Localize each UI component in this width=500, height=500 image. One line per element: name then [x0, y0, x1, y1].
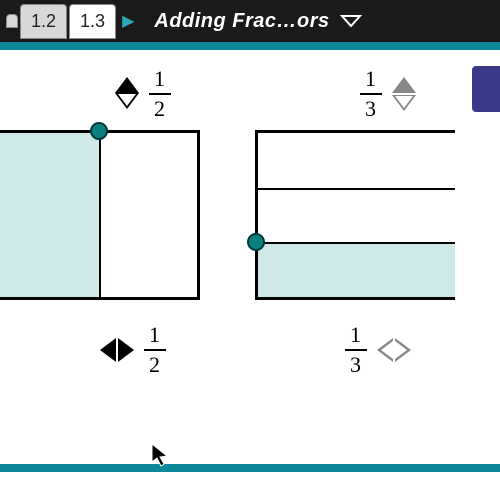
down-arrow-icon[interactable]	[115, 95, 139, 111]
right-numerator-spinner-h[interactable]	[377, 338, 411, 362]
left-bottom-fraction: 1 2	[144, 324, 166, 376]
up-arrow-icon[interactable]	[392, 77, 416, 93]
right-arrow-icon[interactable]	[118, 338, 134, 362]
left-slider-handle[interactable]	[90, 122, 108, 140]
fraction-panel-right: 1 3 1 3	[265, 68, 470, 376]
fraction-denominator: 2	[154, 98, 165, 120]
fraction-numerator: 1	[154, 68, 165, 90]
top-toolbar: 1.2 1.3 ▶ Adding Frac…ors	[0, 0, 500, 42]
mouse-cursor-icon	[150, 442, 170, 468]
right-top-fraction: 1 3	[360, 68, 382, 120]
left-numerator-spinner-h[interactable]	[100, 338, 134, 362]
fraction-numerator: 1	[365, 68, 376, 90]
fraction-denominator: 3	[350, 354, 361, 376]
tab-current[interactable]: 1.3	[69, 4, 116, 39]
fraction-numerator: 1	[149, 324, 160, 346]
right-fraction-box[interactable]	[255, 130, 455, 300]
side-widget[interactable]	[472, 66, 500, 112]
down-arrow-icon[interactable]	[392, 95, 416, 111]
right-bottom-fraction: 1 3	[345, 324, 367, 376]
up-arrow-icon[interactable]	[115, 77, 139, 93]
right-arrow-icon[interactable]	[395, 338, 411, 362]
left-arrow-icon[interactable]	[377, 338, 393, 362]
tab-prev2[interactable]	[6, 14, 18, 28]
fraction-denominator: 2	[149, 354, 160, 376]
left-fraction-box[interactable]	[0, 130, 200, 300]
tab-prev[interactable]: 1.2	[20, 4, 67, 39]
left-top-fraction: 1 2	[149, 68, 171, 120]
right-denominator-spinner-v[interactable]	[392, 77, 416, 111]
fraction-panel-left: 1 2 1 2	[0, 68, 205, 376]
fraction-numerator: 1	[350, 324, 361, 346]
document-title: Adding Frac…ors	[154, 10, 329, 33]
left-denominator-spinner-v[interactable]	[115, 77, 139, 111]
fraction-denominator: 3	[365, 98, 376, 120]
title-dropdown-icon[interactable]	[340, 12, 362, 30]
left-arrow-icon[interactable]	[100, 338, 116, 362]
workspace: 1 2 1 2	[0, 42, 500, 472]
tab-next-icon[interactable]: ▶	[122, 11, 134, 31]
